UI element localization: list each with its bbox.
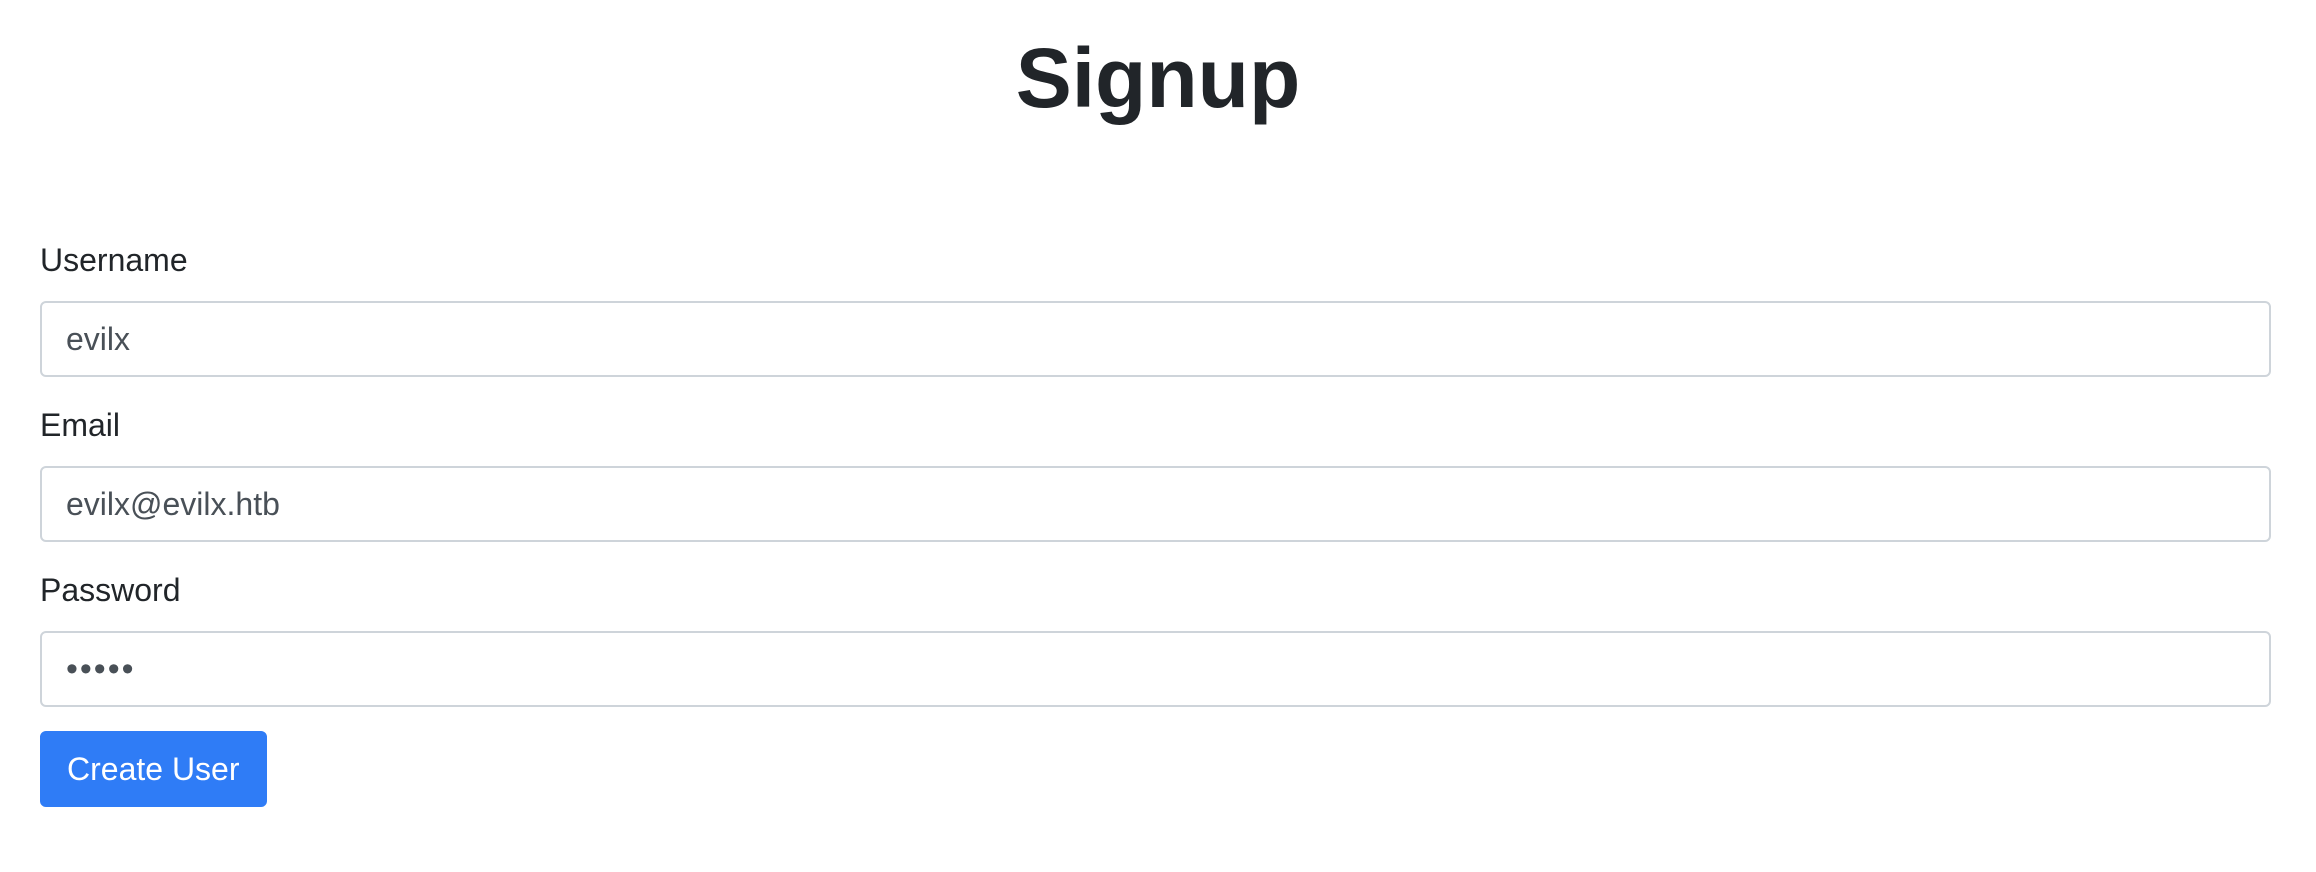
password-label: Password <box>40 572 181 608</box>
signup-form: Username Email Password Create User <box>40 236 2271 807</box>
email-input[interactable] <box>40 466 2271 542</box>
username-label: Username <box>40 242 188 278</box>
page-title: Signup <box>1015 31 1301 125</box>
create-user-button[interactable]: Create User <box>40 731 267 807</box>
username-input[interactable] <box>40 301 2271 377</box>
email-label: Email <box>40 407 121 443</box>
password-input[interactable] <box>40 631 2271 707</box>
